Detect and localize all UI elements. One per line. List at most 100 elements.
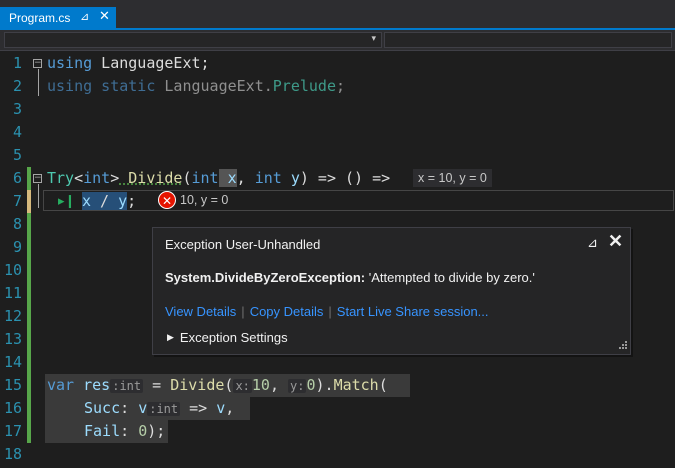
- code-line-2: using static LanguageExt.Prelude;: [47, 75, 345, 98]
- code-text: <: [74, 169, 84, 187]
- fold-guide: [38, 184, 39, 208]
- code-text: (: [378, 376, 388, 394]
- parameter-hint: y:: [288, 379, 307, 393]
- line-number: 1: [12, 54, 22, 72]
- exception-message: System.DivideByZeroException: 'Attempted…: [165, 270, 535, 285]
- exception-settings-label: Exception Settings: [179, 330, 288, 345]
- code-text: ,: [225, 399, 235, 417]
- variable: y: [118, 192, 128, 210]
- code-line-1: using LanguageExt;: [47, 52, 210, 75]
- function-name: Match: [333, 376, 379, 394]
- code-line-16: Succ: v:int => v,: [84, 397, 234, 421]
- line-number: 7: [12, 192, 22, 210]
- variable: v: [138, 399, 148, 417]
- line-number: 16: [3, 399, 22, 417]
- code-text: );: [147, 422, 166, 440]
- collapse-icon[interactable]: −: [33, 174, 42, 183]
- exception-text: 'Attempted to divide by zero.': [365, 270, 535, 285]
- live-share-link[interactable]: Start Live Share session...: [337, 304, 489, 319]
- line-number: 2: [12, 77, 22, 95]
- expand-triangle-icon: ▶: [167, 332, 174, 343]
- code-text: =: [143, 376, 171, 394]
- error-icon[interactable]: ✕: [158, 191, 176, 209]
- exception-settings-toggle[interactable]: ▶ Exception Settings: [167, 330, 288, 345]
- next-statement-arrow-icon[interactable]: ▸❙: [58, 194, 75, 209]
- named-argument: Succ: [84, 399, 121, 417]
- code-text: /: [91, 192, 119, 210]
- tab-title: Program.cs: [9, 10, 71, 25]
- line-number: 15: [3, 376, 22, 394]
- line-number: 4: [12, 123, 22, 141]
- change-bar: [27, 213, 31, 443]
- type-name: Try: [47, 169, 75, 187]
- code-text: LanguageExt;: [92, 54, 210, 72]
- named-argument: Fail: [84, 422, 121, 440]
- code-text: (: [182, 169, 192, 187]
- close-icon[interactable]: ✕: [608, 231, 623, 252]
- code-line-15: var res:int = Divide(x: 10, y: 0).Match(: [47, 374, 388, 398]
- line-number: 17: [3, 422, 22, 440]
- keyword: using static: [47, 77, 156, 95]
- navigation-bar: ▾: [0, 30, 675, 51]
- view-details-link[interactable]: View Details: [165, 304, 236, 319]
- document-tab-strip: Program.cs ⊿ ✕: [0, 0, 675, 30]
- variable: v: [216, 399, 226, 417]
- code-line-6: Try<int> Divide(int x, int y) => () =>: [47, 167, 390, 190]
- line-number: 14: [3, 353, 22, 371]
- function-name: Divide: [119, 169, 183, 187]
- keyword: int: [83, 169, 111, 187]
- exception-helper-popup: Exception User-Unhandled ⊿ ✕ System.Divi…: [152, 227, 631, 355]
- function-name: Divide: [170, 376, 225, 394]
- type-dropdown[interactable]: ▾: [4, 32, 382, 48]
- inline-values: 10, y = 0: [180, 193, 229, 207]
- copy-details-link[interactable]: Copy Details: [250, 304, 324, 319]
- number: 0: [306, 376, 316, 394]
- current-line-bar: [27, 190, 31, 213]
- type-hint: :int: [110, 379, 144, 393]
- line-number: 8: [12, 215, 22, 233]
- keyword: int: [191, 169, 219, 187]
- collapse-icon[interactable]: −: [33, 59, 42, 68]
- pin-icon[interactable]: ⊿: [587, 235, 598, 251]
- inline-values: x = 10, y = 0: [413, 169, 492, 187]
- code-text: ;: [127, 192, 137, 210]
- code-text: ,: [236, 169, 255, 187]
- code-text: ).: [315, 376, 334, 394]
- line-number: 13: [3, 330, 22, 348]
- close-icon[interactable]: ✕: [99, 8, 110, 24]
- code-text: :: [120, 422, 139, 440]
- pin-icon[interactable]: ⊿: [80, 10, 89, 23]
- keyword: var: [47, 376, 75, 394]
- line-number: 12: [3, 307, 22, 325]
- exception-type: System.DivideByZeroException:: [165, 270, 366, 285]
- number: 0: [138, 422, 148, 440]
- tab-program-cs[interactable]: Program.cs ⊿ ✕: [0, 7, 116, 28]
- code-text: ) => () =>: [299, 169, 391, 187]
- variable: x: [82, 192, 92, 210]
- parameter: x: [218, 169, 237, 187]
- code-text: LanguageExt.: [155, 77, 273, 95]
- keyword: using: [47, 54, 93, 72]
- line-number: 10: [3, 261, 22, 279]
- current-statement-box: [43, 190, 674, 211]
- parameter-hint: x:: [233, 379, 252, 393]
- code-line-17: Fail: 0);: [84, 420, 165, 443]
- member-dropdown[interactable]: [384, 32, 672, 48]
- fold-guide: [38, 69, 39, 96]
- type-name: Prelude: [272, 77, 336, 95]
- type-hint: :int: [147, 402, 181, 416]
- resize-grip-icon[interactable]: [617, 341, 627, 351]
- code-text: ;: [336, 77, 346, 95]
- code-text: =>: [180, 399, 217, 417]
- chevron-down-icon[interactable]: ▾: [371, 34, 376, 44]
- parameter: y: [281, 169, 300, 187]
- code-text: :: [120, 399, 139, 417]
- code-text: ,: [269, 376, 289, 394]
- keyword: int: [254, 169, 282, 187]
- code-line-7: x / y;: [82, 190, 136, 213]
- variable: res: [74, 376, 111, 394]
- number: 10: [251, 376, 270, 394]
- line-number: 18: [3, 445, 22, 463]
- line-number: 5: [12, 146, 22, 164]
- popup-links: View Details | Copy Details | Start Live…: [165, 304, 489, 319]
